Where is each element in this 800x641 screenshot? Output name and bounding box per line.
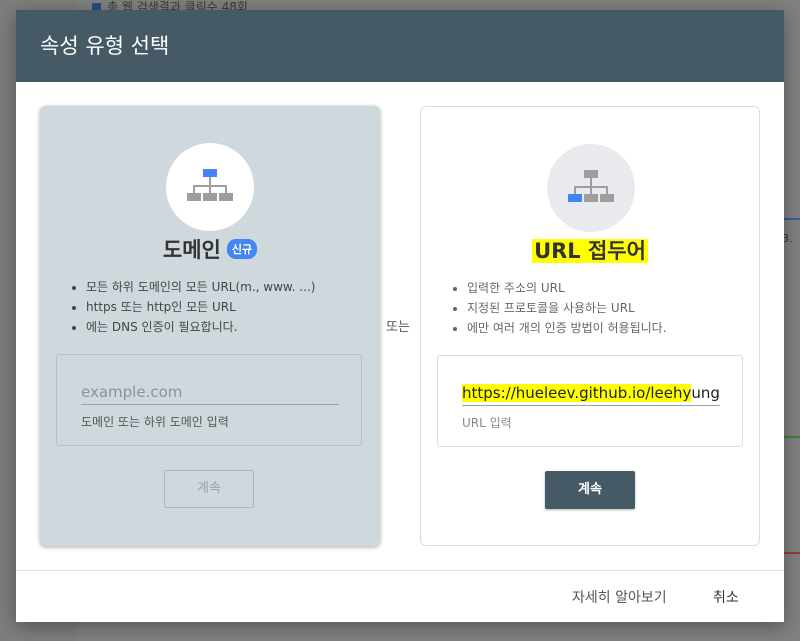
sitemap-icon — [568, 170, 614, 202]
url-prefix-card[interactable]: URL 접두어 입력한 주소의 URL 지정된 프로토콜을 사용하는 URL 에… — [420, 106, 760, 546]
domain-card-title: 도메인 신규 — [40, 234, 380, 264]
list-item: https 또는 http인 모든 URL — [86, 297, 376, 317]
url-input[interactable]: https://hueleev.github.io/leehyung — [462, 381, 720, 406]
domain-continue-button[interactable]: 계속 — [164, 470, 254, 508]
dialog-title: 속성 유형 선택 — [16, 10, 784, 82]
url-input-rest: ung — [691, 384, 720, 402]
domain-input[interactable]: example.com — [81, 380, 339, 405]
list-item: 에만 여러 개의 인증 방법이 허용됩니다. — [467, 318, 757, 338]
list-item: 모든 하위 도메인의 모든 URL(m., www. ...) — [86, 277, 376, 297]
url-icon-circle — [547, 144, 635, 232]
list-item: 입력한 주소의 URL — [467, 278, 757, 298]
domain-card[interactable]: 도메인신규 모든 하위 도메인의 모든 URL(m., www. ...) ht… — [40, 106, 380, 546]
url-input-help: URL 입력 — [462, 416, 512, 430]
domain-title-text: 도메인 — [162, 238, 221, 262]
domain-feature-list: 모든 하위 도메인의 모든 URL(m., www. ...) https 또는… — [68, 277, 376, 337]
url-input-container: https://hueleev.github.io/leehyung URL 입… — [437, 355, 743, 447]
url-card-title: URL 접두어 — [421, 235, 759, 265]
footer-divider — [16, 570, 784, 571]
list-item: 지정된 프로토콜을 사용하는 URL — [467, 298, 757, 318]
list-item: 에는 DNS 인증이 필요합니다. — [86, 317, 376, 337]
url-title-text: URL 접두어 — [532, 239, 648, 263]
url-continue-button[interactable]: 계속 — [545, 471, 635, 509]
domain-input-help: 도메인 또는 하위 도메인 입력 — [81, 415, 229, 429]
url-feature-list: 입력한 주소의 URL 지정된 프로토콜을 사용하는 URL 에만 여러 개의 … — [449, 278, 757, 338]
url-input-highlighted: https://hueleev.github.io/leehy — [462, 384, 692, 402]
domain-input-container: example.com 도메인 또는 하위 도메인 입력 — [56, 354, 362, 446]
learn-more-link[interactable]: 자세히 알아보기 — [572, 587, 667, 607]
cancel-button[interactable]: 취소 — [713, 587, 739, 607]
new-badge: 신규 — [226, 239, 258, 259]
or-label: 또는 — [386, 320, 410, 335]
domain-icon-circle — [166, 143, 254, 231]
sitemap-icon — [187, 169, 233, 201]
property-type-dialog: 속성 유형 선택 도메인신규 모든 하위 도메인의 모든 URL(m., www… — [16, 10, 784, 622]
